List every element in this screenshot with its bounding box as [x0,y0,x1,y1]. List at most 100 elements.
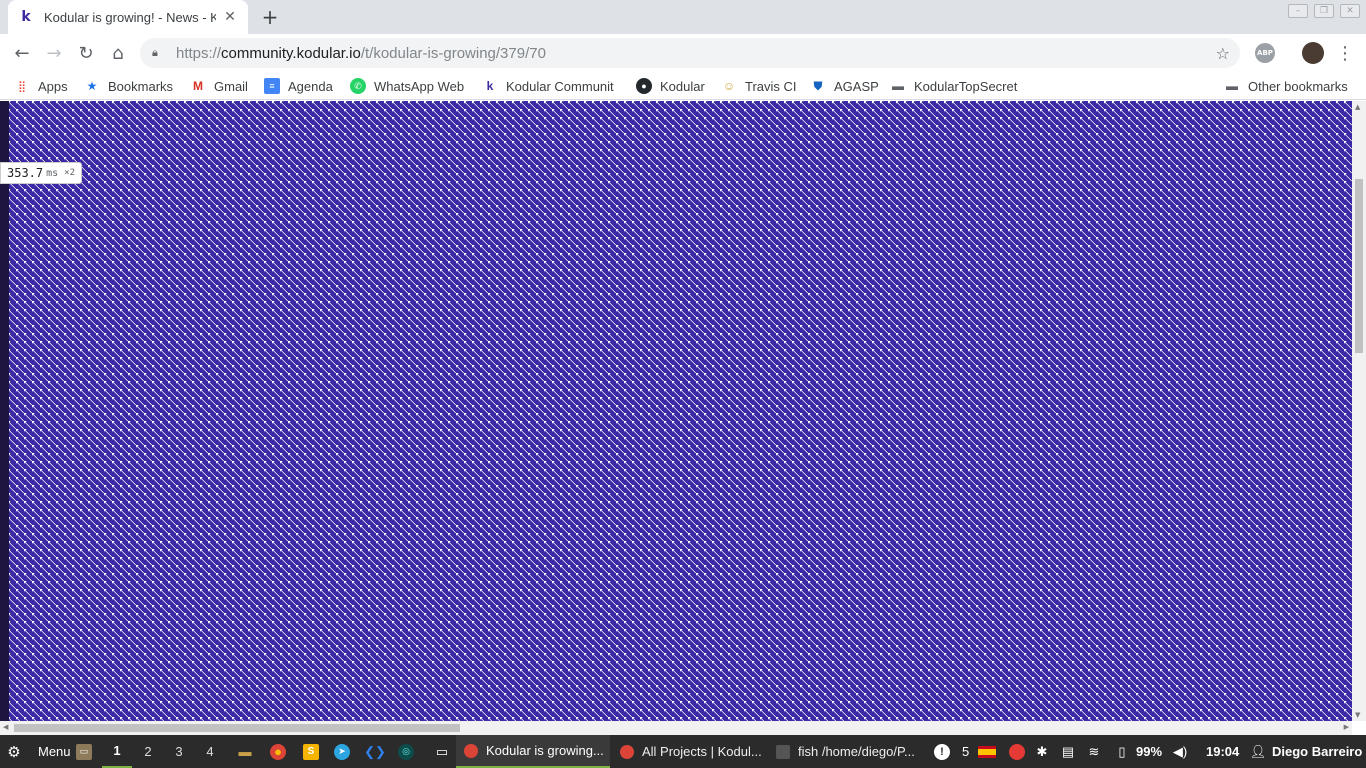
window-chrome-projects[interactable]: All Projects | Kodul... [612,735,766,768]
kodular-icon: k [486,79,494,93]
address-bar[interactable]: 🔒︎ https://community.kodular.io/t/kodula… [140,38,1240,68]
browser-tab[interactable]: k Kodular is growing! - News - K ✕ [8,0,248,34]
horizontal-scroll-thumb[interactable] [14,724,460,732]
gear-icon: ⚙ [7,743,21,761]
adblock-icon[interactable]: ABP [1255,43,1275,63]
bookmark-gmail[interactable]: M Gmail [190,77,248,95]
window-terminal-fish[interactable]: fish /home/diego/P... [768,735,922,768]
restore-icon[interactable]: ❐ [1314,4,1334,18]
url-text: https://community.kodular.io/t/kodular-i… [176,44,546,62]
home-icon[interactable]: ⌂ [106,41,130,65]
menu-button[interactable]: ⚙ Menu [6,735,70,768]
settings-tray[interactable]: ✱ [1034,735,1056,768]
telegram-icon: ➤ [334,743,350,760]
content-edge [0,101,9,721]
perf-meter: 353.7 ms ×2 [0,162,83,184]
volume-tray[interactable]: ◀) [1172,735,1194,768]
chrome-icon: ● [270,743,286,760]
notifications-tray[interactable]: ! 5 [934,735,969,768]
lock-icon: 🔒︎ [152,46,158,59]
show-desktop-button[interactable]: ▭ [76,735,98,768]
star-icon: ★ [86,79,98,93]
folder-icon: ▬ [892,79,904,93]
browser-toolbar: ← → ↻ ⌂ 🔒︎ https://community.kodular.io/… [0,34,1366,72]
taskbar: ⚙ Menu ▭ 1 2 3 4 ▬ ● S ➤ ❮❯ ◎ ▭ Kodular … [0,735,1366,768]
bookmarks-bar: ⣿ Apps ★ Bookmarks M Gmail ≡ Agenda ✆ Wh… [0,72,1366,100]
window-chrome-kodular[interactable]: Kodular is growing... [456,735,610,768]
user-icon: 👤︎ [1249,743,1267,759]
bookmark-star-icon[interactable]: ☆ [1216,44,1230,63]
kodular-favicon-icon: k [21,9,31,25]
vscode-launcher[interactable]: ❮❯ [364,735,389,768]
back-arrow-icon[interactable]: ← [10,41,34,65]
forward-arrow-icon[interactable]: → [42,41,66,65]
close-tab-icon[interactable]: ✕ [222,9,238,25]
other-bookmarks[interactable]: ▬ Other bookmarks [1224,77,1348,95]
volume-icon: ◀) [1172,743,1188,759]
vertical-scrollbar[interactable]: ▲ ▼ [1352,101,1366,721]
horizontal-scrollbar[interactable]: ◀ ▶ [0,721,1352,735]
whatsapp-icon: ✆ [350,78,366,94]
workspace-3[interactable]: 3 [164,735,194,768]
travis-icon: ☺ [722,79,736,93]
app-icon: ◎ [398,743,414,760]
code-editor-icon: ❮❯ [364,743,386,759]
bookmark-kodular-github[interactable]: ● Kodular [636,77,705,95]
window-list-icon[interactable]: ▭ [434,735,456,768]
reload-icon[interactable]: ↻ [74,41,98,65]
apps-grid-icon: ⣿ [17,80,27,93]
drive-icon: ▤ [1061,743,1075,759]
battery-icon: ▯ [1118,743,1126,759]
bookmark-agasp[interactable]: ⛊ AGASP [810,77,878,95]
bookmark-travis[interactable]: ☺ Travis CI [721,77,797,95]
clock[interactable]: 19:04 [1206,735,1239,768]
bookmark-agenda[interactable]: ≡ Agenda [264,77,333,95]
page-content-pattern [0,101,1352,721]
vertical-scroll-thumb[interactable] [1355,179,1363,353]
window-close-icon[interactable]: ✕ [1340,4,1360,18]
keyboard-layout[interactable] [978,735,1002,768]
shield-icon: ⛊ [813,78,823,93]
scroll-down-icon[interactable]: ▼ [1355,711,1360,719]
chrome-launcher[interactable]: ● [270,735,292,768]
menu-kebab-icon[interactable]: ⋮ [1333,41,1357,65]
chrome-icon [464,743,478,758]
scroll-right-icon[interactable]: ▶ [1344,723,1349,731]
app-icon [1009,743,1025,760]
folder-icon: ▬ [1226,79,1238,93]
spain-flag-icon [978,745,996,758]
desktop-icon: ▭ [76,743,92,760]
bookmark-bookmarks[interactable]: ★ Bookmarks [84,77,173,95]
drive-tray[interactable]: ▤ [1060,735,1082,768]
slides-launcher[interactable]: S [303,735,325,768]
terminal-icon [776,744,790,759]
workspace-2[interactable]: 2 [133,735,163,768]
workspace-4[interactable]: 4 [195,735,225,768]
bookmark-kodular-community[interactable]: k Kodular Communit [482,77,614,95]
profile-avatar[interactable] [1302,42,1324,64]
window-list-icon: ▭ [435,743,449,759]
scroll-up-icon[interactable]: ▲ [1355,103,1360,111]
minimize-icon[interactable]: – [1288,4,1308,18]
wifi-icon: ≋ [1088,743,1100,759]
user-menu[interactable]: 👤︎ Diego Barreiro [1249,735,1363,768]
bookmark-apps[interactable]: ⣿ Apps [14,77,68,95]
app-launcher[interactable]: ◎ [398,735,420,768]
docs-icon: ≡ [264,78,280,94]
bookmark-whatsapp[interactable]: ✆ WhatsApp Web [350,77,464,95]
github-icon: ● [636,78,652,94]
alert-icon: ! [934,743,950,760]
telegram-launcher[interactable]: ➤ [334,735,356,768]
puzzle-icon: ✱ [1036,743,1048,759]
wifi-tray[interactable]: ≋ [1086,735,1108,768]
gmail-icon: M [193,79,203,93]
files-launcher[interactable]: ▬ [237,735,259,768]
tab-title: Kodular is growing! - News - K [44,9,216,25]
workspace-1[interactable]: 1 [102,735,132,768]
scroll-left-icon[interactable]: ◀ [3,723,8,731]
folder-icon: ▬ [238,744,252,759]
bookmark-kodulartopsecret[interactable]: ▬ KodularTopSecret [890,77,1017,95]
new-tab-button[interactable]: + [258,5,282,29]
tray-app[interactable] [1009,735,1031,768]
battery-tray[interactable]: ▯ 99% [1114,735,1162,768]
